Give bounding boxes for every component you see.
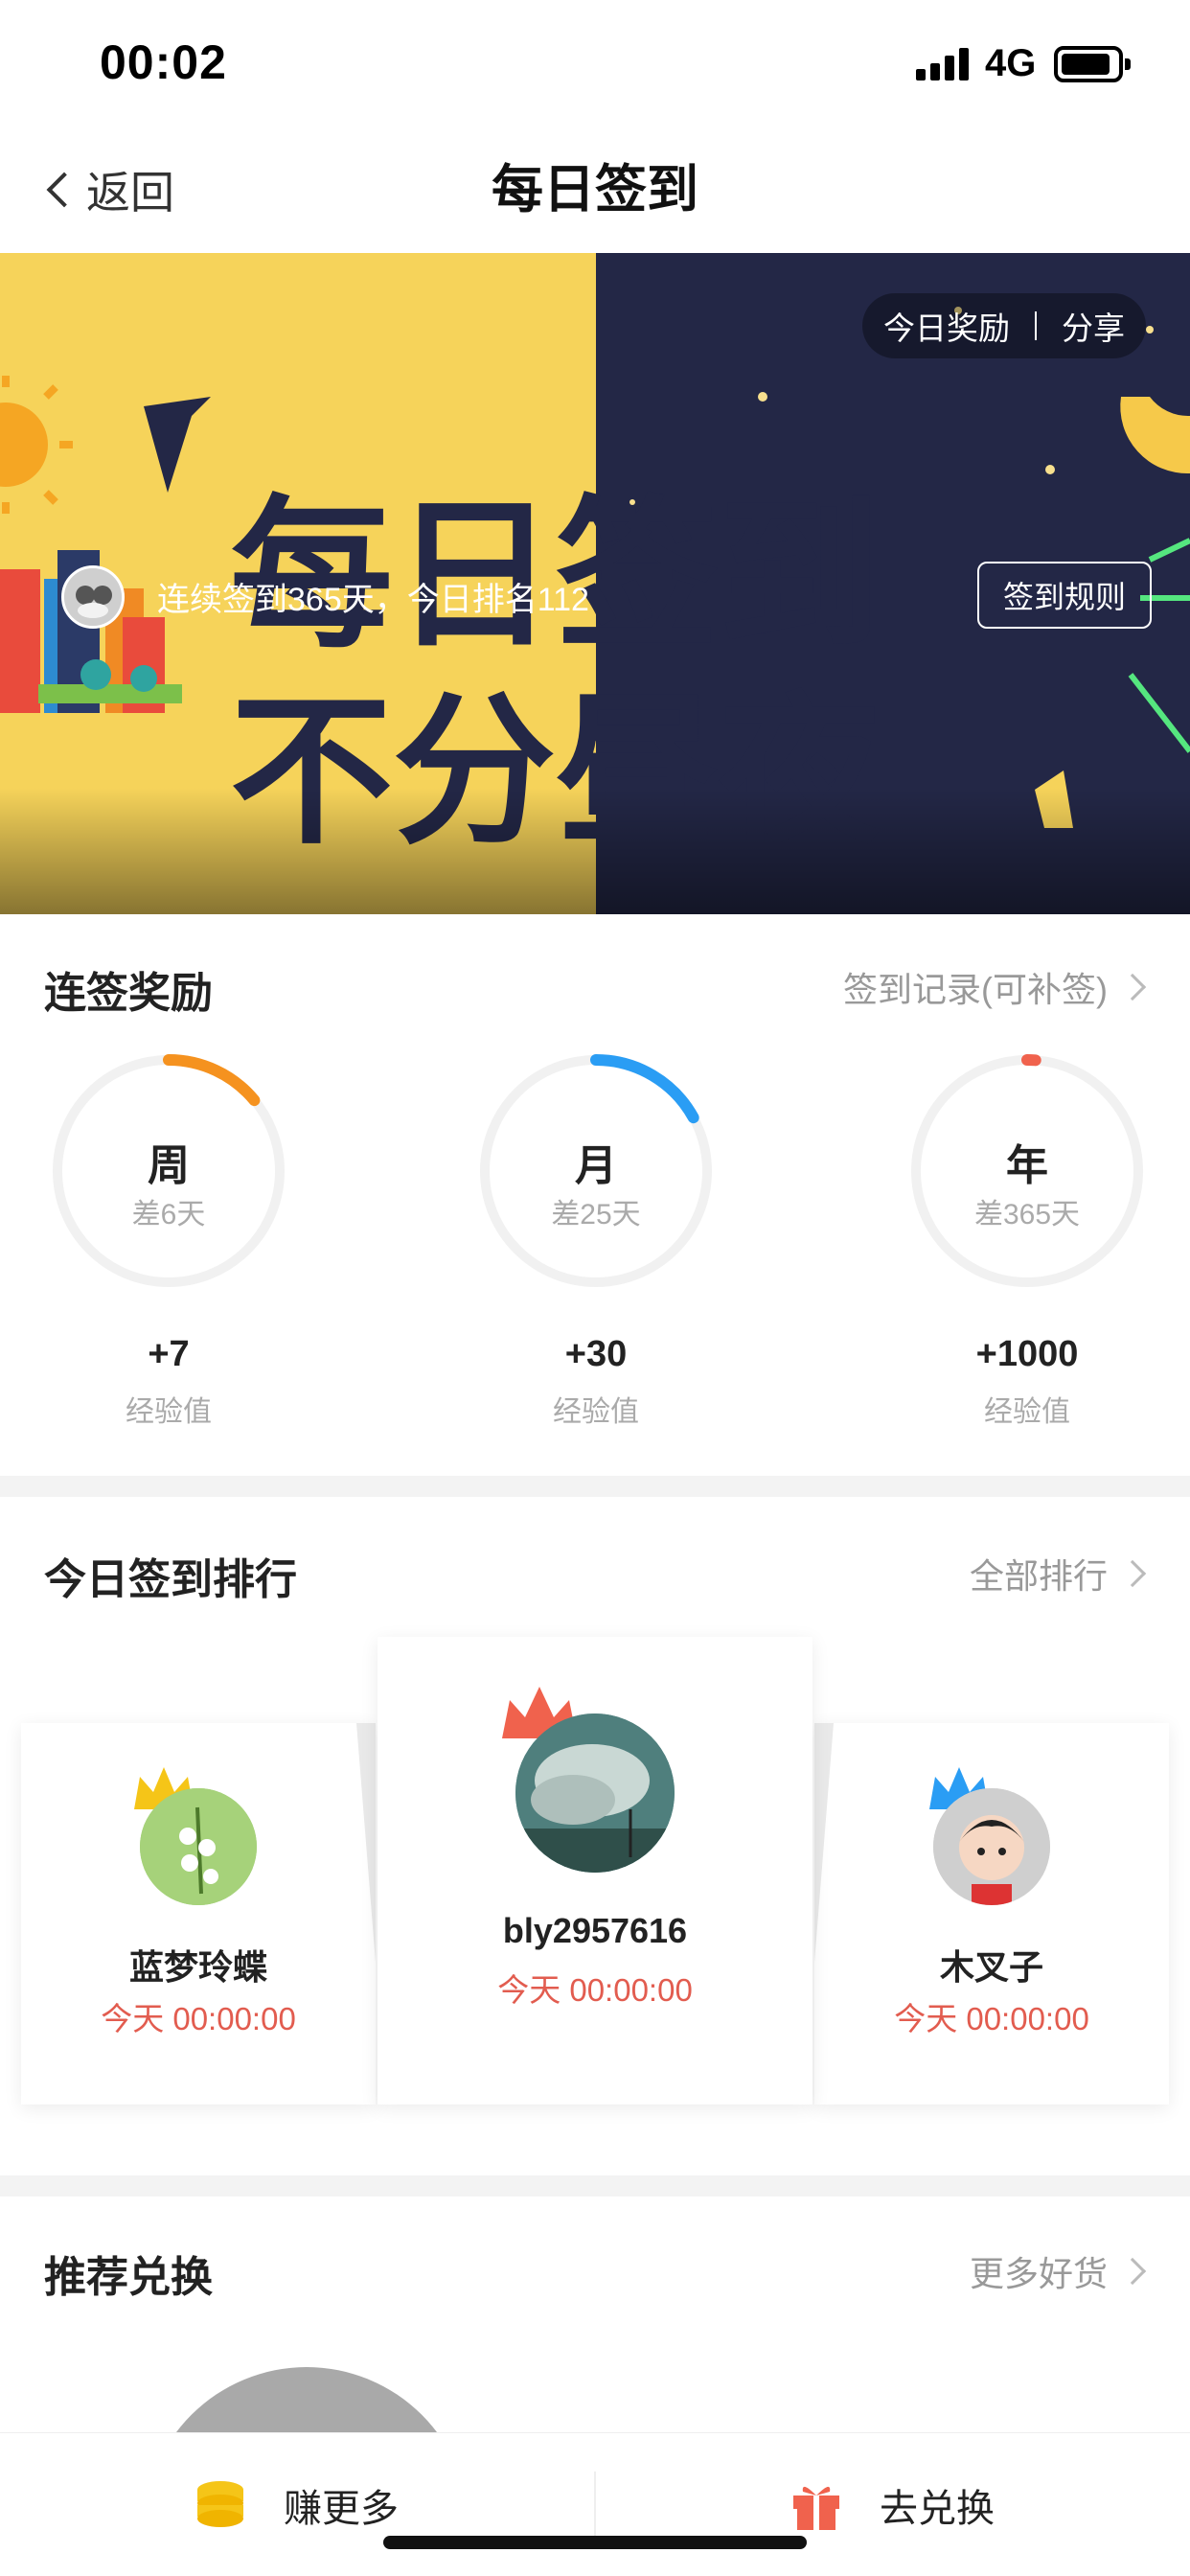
rank-name: 蓝梦玲蝶 bbox=[128, 1947, 267, 1987]
ring-remaining: 差365天 bbox=[973, 1199, 1081, 1230]
chevron-right-icon bbox=[1118, 1559, 1147, 1588]
all-ranking-link[interactable]: 全部排行 bbox=[969, 1549, 1147, 1598]
earn-more-button[interactable]: 赚更多 bbox=[0, 2433, 594, 2576]
ring-reward: +1000 bbox=[975, 1334, 1079, 1374]
streak-rewards-title: 连签奖励 bbox=[44, 970, 213, 1017]
avatar-image bbox=[64, 568, 122, 626]
ring-reward-unit: 经验值 bbox=[984, 1396, 1070, 1428]
rank-name: bly2957616 bbox=[502, 1911, 688, 1950]
gift-icon bbox=[793, 2486, 839, 2530]
battery-icon bbox=[1054, 46, 1131, 82]
section-divider bbox=[0, 2175, 1190, 2196]
banner-action-pill: 今日奖励 分享 bbox=[862, 293, 1146, 358]
avatar[interactable] bbox=[933, 1788, 1050, 1905]
ring-period: 月 bbox=[575, 1142, 617, 1189]
ring-reward: +30 bbox=[564, 1334, 628, 1374]
coins-icon bbox=[197, 2481, 243, 2527]
sun-icon bbox=[0, 376, 73, 514]
avatar[interactable] bbox=[61, 565, 125, 629]
home-indicator bbox=[383, 2536, 807, 2549]
avatar[interactable] bbox=[515, 1714, 675, 1873]
banner-footer-shade bbox=[0, 788, 1190, 914]
streak-ring-item: 年差365天 +1000 经验值 bbox=[903, 1046, 1152, 1468]
avatar-image bbox=[515, 1714, 675, 1873]
ring-remaining: 差6天 bbox=[131, 1199, 206, 1230]
streak-ring-item: 周差6天 +7 经验值 bbox=[44, 1046, 293, 1468]
streak-ring-item: 月差25天 +30 经验值 bbox=[471, 1046, 721, 1468]
section-divider bbox=[0, 1476, 1190, 1497]
moon-icon bbox=[1120, 397, 1190, 474]
ring-reward: +7 bbox=[148, 1334, 190, 1374]
pill-divider bbox=[1035, 311, 1037, 340]
status-bar: 00:02 4G bbox=[0, 0, 1190, 126]
avatar-image bbox=[140, 1788, 257, 1905]
earn-more-label: 赚更多 bbox=[284, 2488, 399, 2530]
rank-time: 今天 00:00:00 bbox=[101, 2001, 296, 2036]
streak-summary: 连续签到365天，今日排名112 bbox=[157, 582, 589, 618]
exchange-title: 推荐兑换 bbox=[44, 2254, 213, 2301]
network-label: 4G bbox=[985, 42, 1037, 84]
rank-name: 木叉子 bbox=[939, 1947, 1043, 1987]
share-link[interactable]: 分享 bbox=[1062, 303, 1125, 349]
chevron-right-icon bbox=[1118, 2257, 1147, 2286]
nav-bar: 返回 每日签到 bbox=[0, 126, 1190, 253]
rank-time: 今天 00:00:00 bbox=[497, 1972, 693, 2008]
all-ranking-label: 全部排行 bbox=[969, 1556, 1108, 1596]
go-exchange-label: 去兑换 bbox=[880, 2488, 995, 2530]
page-title: 每日签到 bbox=[492, 161, 698, 218]
go-exchange-button[interactable]: 去兑换 bbox=[596, 2433, 1190, 2576]
rank-card-second[interactable] bbox=[21, 1723, 376, 2104]
ring-period: 周 bbox=[148, 1142, 190, 1189]
ring-remaining: 差25天 bbox=[551, 1199, 641, 1230]
ranking-title: 今日签到排行 bbox=[44, 1556, 297, 1603]
sign-in-record-link[interactable]: 签到记录(可补签) bbox=[843, 962, 1147, 1012]
chevron-right-icon bbox=[1118, 973, 1147, 1001]
ring-reward-unit: 经验值 bbox=[553, 1396, 639, 1428]
today-reward-link[interactable]: 今日奖励 bbox=[883, 303, 1010, 349]
status-time: 00:02 bbox=[100, 35, 227, 89]
bottom-bar: 赚更多 去兑换 bbox=[0, 2432, 1190, 2576]
avatar-image bbox=[933, 1788, 1050, 1905]
sign-in-record-label: 签到记录(可补签) bbox=[843, 970, 1108, 1009]
avatar[interactable] bbox=[140, 1788, 257, 1905]
ring-reward-unit: 经验值 bbox=[126, 1396, 212, 1428]
sign-in-rules-button[interactable]: 签到规则 bbox=[977, 562, 1152, 629]
ring-period: 年 bbox=[1006, 1142, 1048, 1189]
more-goods-link[interactable]: 更多好货 bbox=[969, 2246, 1147, 2296]
signal-icon bbox=[916, 48, 970, 80]
more-goods-label: 更多好货 bbox=[969, 2254, 1108, 2293]
rank-time: 今天 00:00:00 bbox=[894, 2001, 1089, 2036]
quote-open-icon bbox=[144, 397, 211, 493]
